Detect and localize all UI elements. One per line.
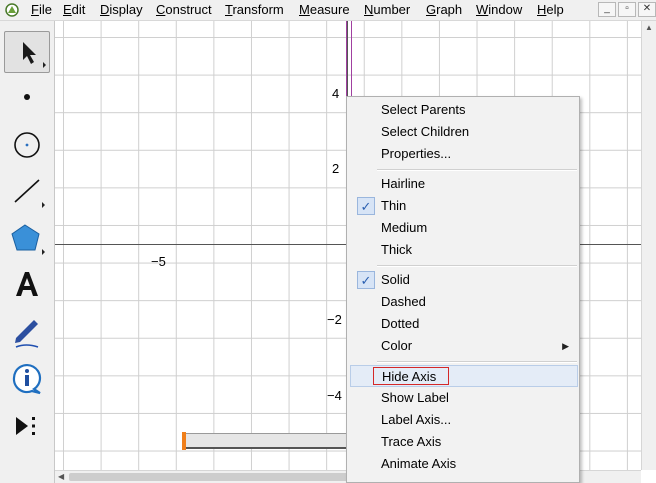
marker-tool[interactable] (4, 310, 50, 352)
straightedge-tool[interactable] (4, 170, 50, 212)
menu-item-solid[interactable]: ✓ Solid (347, 269, 579, 291)
menu-item-medium[interactable]: Medium (347, 217, 579, 239)
marker-pen-icon (15, 320, 39, 348)
information-tool[interactable] (4, 357, 50, 399)
menu-item-color[interactable]: Color ▶ (347, 335, 579, 357)
menu-construct[interactable]: Construct (156, 2, 212, 18)
menu-item-thick[interactable]: Thick (347, 239, 579, 261)
circle-icon (14, 132, 40, 158)
point-icon (24, 94, 30, 100)
menu-item-dashed[interactable]: Dashed (347, 291, 579, 313)
menu-transform[interactable]: Transform (225, 2, 284, 18)
menu-item-thin[interactable]: ✓ Thin (347, 195, 579, 217)
y-tick-label: −4 (327, 388, 342, 403)
toolbox (0, 21, 55, 483)
menu-number[interactable]: Number (364, 2, 410, 18)
compass-tool[interactable] (4, 124, 50, 166)
checkmark-icon: ✓ (357, 271, 375, 289)
menu-measure[interactable]: Measure (299, 2, 350, 18)
y-tick-label: 4 (332, 86, 340, 101)
polygon-tool[interactable] (4, 217, 50, 259)
slider-handle[interactable] (182, 432, 186, 450)
text-a-icon (16, 272, 38, 296)
minimize-button[interactable]: _ (598, 2, 616, 17)
context-menu: Select Parents Select Children Propertie… (346, 96, 580, 483)
menu-item-hide-axis[interactable]: Hide Axis (350, 365, 578, 387)
arrow-icon (23, 42, 46, 68)
menu-item-animate-axis[interactable]: Animate Axis (347, 453, 579, 475)
y-tick-label: 2 (332, 161, 340, 176)
menu-graph[interactable]: Graph (426, 2, 462, 18)
custom-tools[interactable] (4, 405, 50, 447)
restore-button[interactable]: ▫ (618, 2, 636, 17)
menu-item-select-children[interactable]: Select Children (347, 121, 579, 143)
menu-bar: File Edit Display Construct Transform Me… (0, 0, 656, 21)
app-icon[interactable] (4, 2, 20, 18)
menu-item-trace-axis[interactable]: Trace Axis (347, 431, 579, 453)
text-tool[interactable] (4, 264, 50, 306)
play-custom-icon (16, 417, 35, 435)
menu-separator (377, 361, 577, 363)
menu-window[interactable]: Window (476, 2, 522, 18)
arrow-select-tool[interactable] (4, 31, 50, 73)
menu-item-select-parents[interactable]: Select Parents (347, 99, 579, 121)
menu-item-dotted[interactable]: Dotted (347, 313, 579, 335)
point-tool[interactable] (4, 76, 50, 118)
menu-item-label-axis[interactable]: Label Axis... (347, 409, 579, 431)
vertical-scrollbar[interactable]: ▲ (641, 21, 656, 470)
menu-display[interactable]: Display (100, 2, 143, 18)
pentagon-icon (11, 224, 45, 255)
scroll-up-icon[interactable]: ▲ (645, 23, 653, 32)
line-segment-icon (14, 179, 45, 208)
menu-item-properties[interactable]: Properties... (347, 143, 579, 165)
menu-edit[interactable]: Edit (63, 2, 85, 18)
close-button[interactable]: ✕ (638, 2, 656, 17)
menu-file[interactable]: File (31, 2, 52, 18)
scroll-left-icon[interactable]: ◀ (58, 472, 64, 481)
y-tick-label: −2 (327, 312, 342, 327)
menu-item-hairline[interactable]: Hairline (347, 173, 579, 195)
parameter-slider[interactable] (183, 433, 353, 449)
horizontal-scroll-thumb[interactable] (69, 473, 369, 481)
menu-separator (377, 169, 577, 171)
menu-help[interactable]: Help (537, 2, 564, 18)
menu-separator (377, 265, 577, 267)
submenu-arrow-icon: ▶ (562, 341, 569, 351)
menu-item-show-label[interactable]: Show Label (347, 387, 579, 409)
x-tick-label: −5 (151, 254, 166, 269)
info-bubble-icon (12, 363, 42, 395)
checkmark-icon: ✓ (357, 197, 375, 215)
